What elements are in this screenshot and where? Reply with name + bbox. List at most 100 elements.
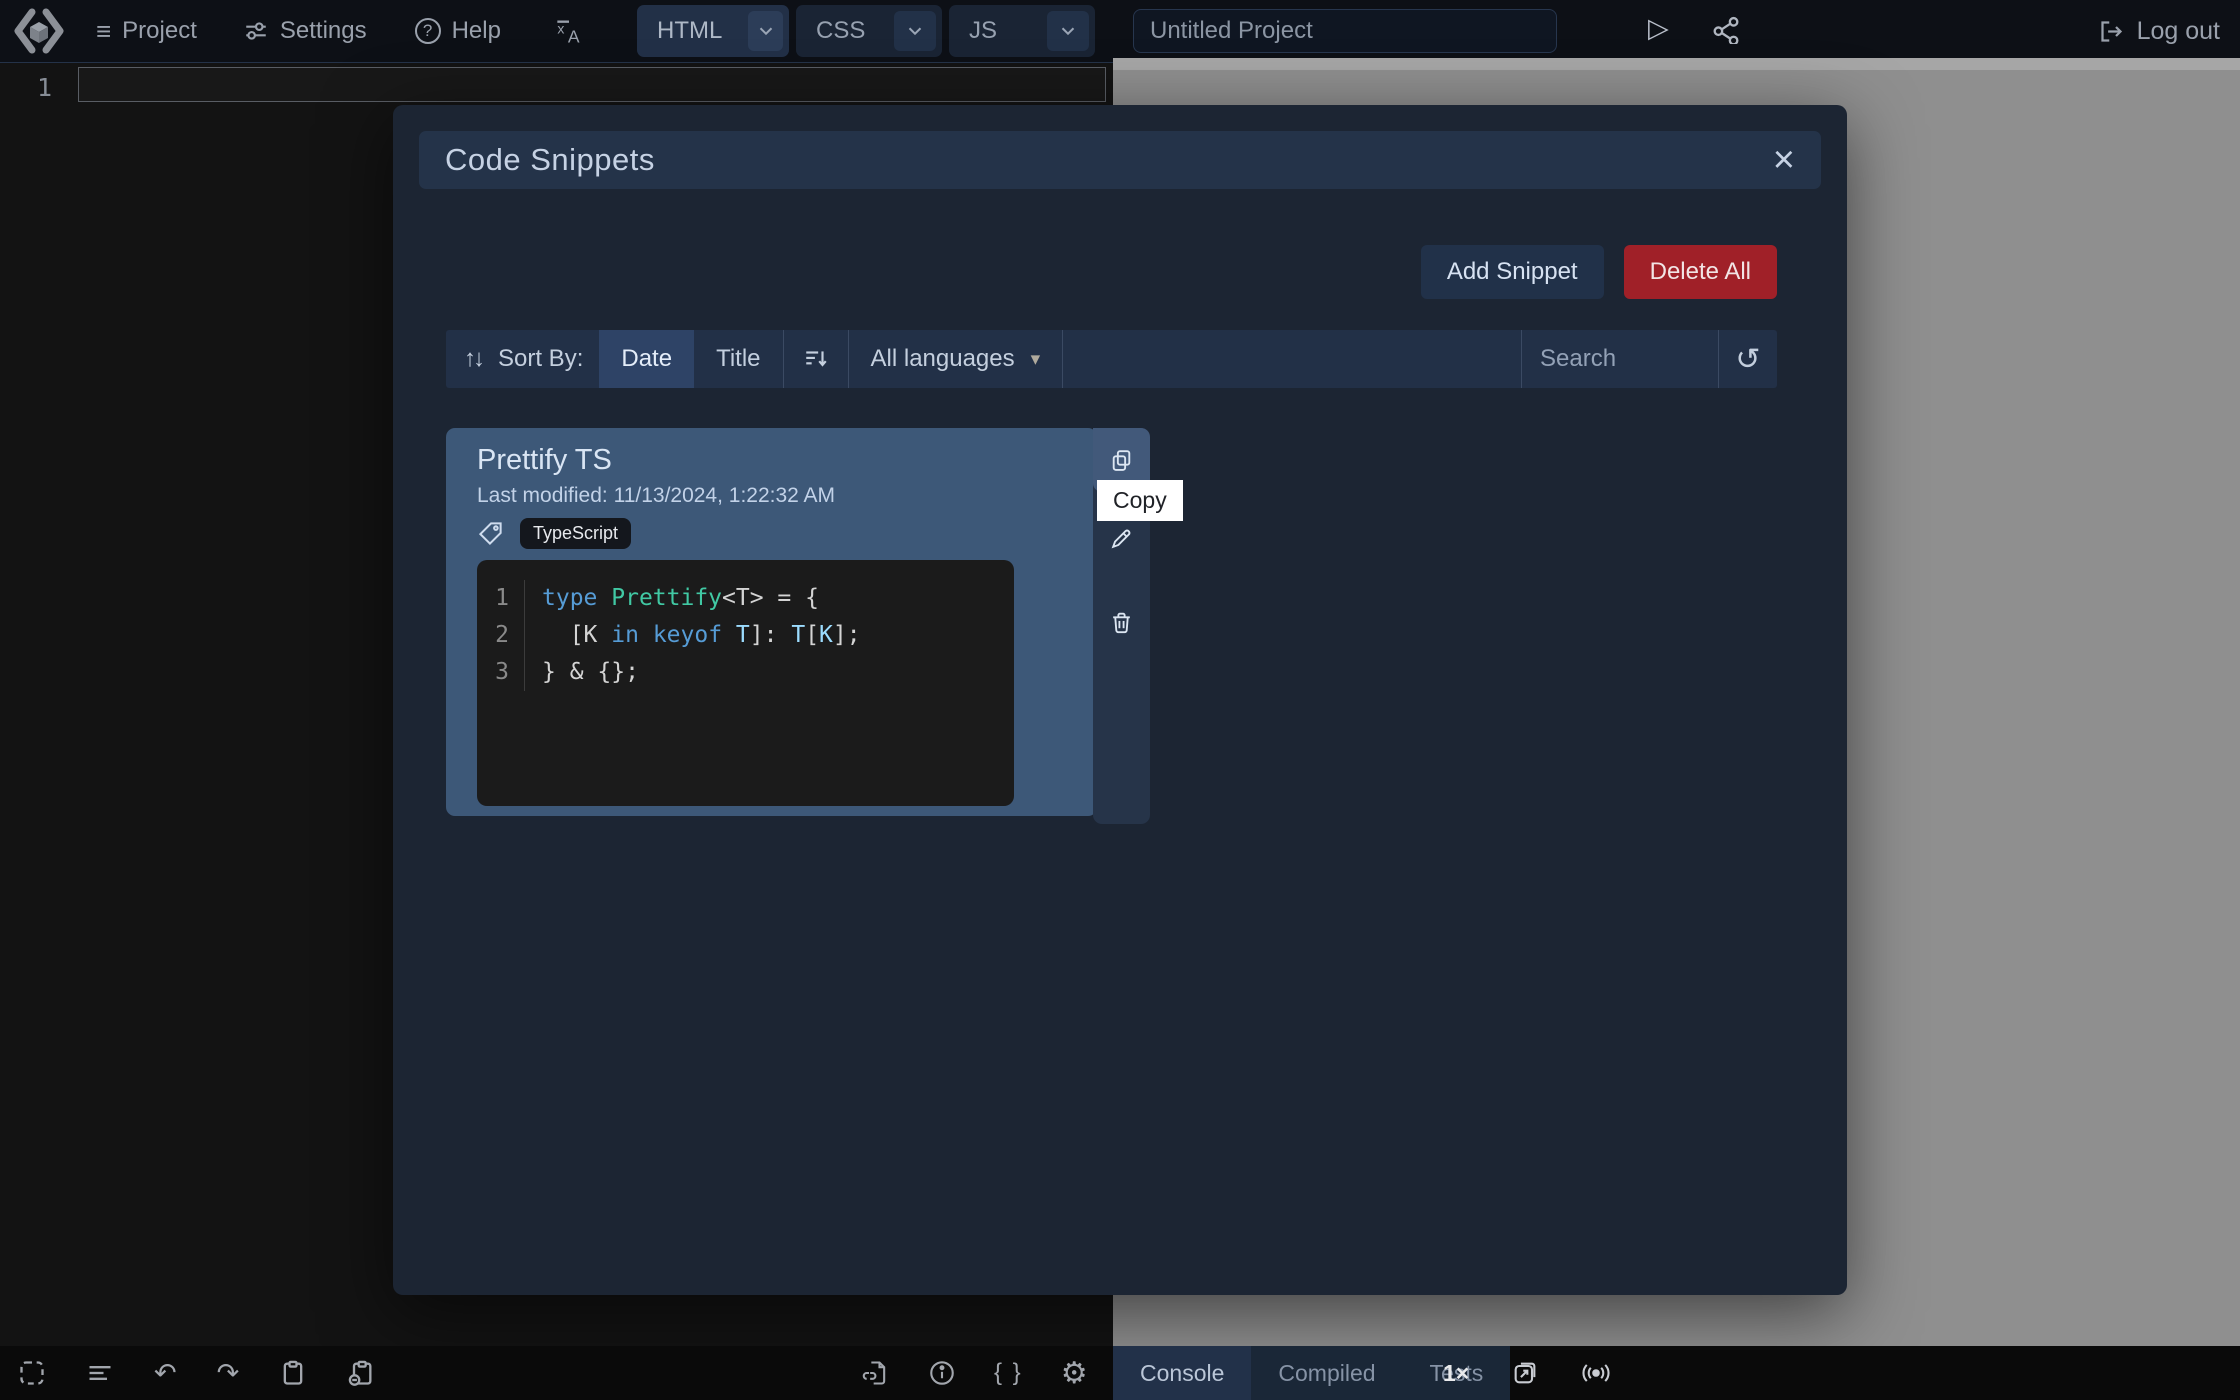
svg-text:x: x [557, 20, 564, 36]
code-line: 1type Prettify<T> = { [477, 580, 1014, 617]
delete-snippet-button[interactable] [1093, 592, 1150, 652]
refresh-icon: ↺ [1735, 342, 1760, 377]
sort-arrows-icon: ↑↓ [464, 345, 482, 373]
tag-icon [477, 520, 504, 547]
app-logo-icon[interactable] [10, 6, 68, 56]
menu-help[interactable]: ? Help [415, 17, 501, 45]
logout-label: Log out [2137, 17, 2220, 46]
tab-js[interactable]: JS [949, 5, 1095, 57]
undo-button[interactable]: ↶ [154, 1360, 177, 1387]
broadcast-icon [1581, 1359, 1611, 1387]
select-all-button[interactable] [18, 1359, 46, 1387]
pencil-icon [1109, 526, 1134, 551]
open-preview-button[interactable] [1511, 1359, 1539, 1387]
modal-header: Code Snippets × [419, 131, 1821, 189]
share-file-button[interactable] [862, 1359, 890, 1387]
info-button[interactable] [928, 1359, 956, 1387]
toolbar-divider [1062, 330, 1063, 388]
line-number: 1 [0, 73, 52, 102]
tab-compiled[interactable]: Compiled [1251, 1346, 1402, 1400]
css-options-dropdown[interactable] [894, 11, 936, 51]
code-block: 1type Prettify<T> = {2 [K in keyof T]: T… [477, 560, 1014, 806]
editor-tabs: HTML CSS JS [637, 5, 1095, 57]
sliders-icon [243, 18, 269, 44]
tab-console[interactable]: Console [1113, 1346, 1251, 1400]
settings-gear-button[interactable]: ⚙ [1061, 1356, 1088, 1391]
caret-down-icon: ▾ [1031, 348, 1041, 371]
code-lines: 1type Prettify<T> = {2 [K in keyof T]: T… [477, 580, 1014, 691]
menu-settings[interactable]: Settings [243, 17, 367, 45]
preview-top-strip [1113, 58, 2240, 70]
language-badge: TypeScript [520, 518, 631, 549]
delete-all-button[interactable]: Delete All [1624, 245, 1777, 299]
run-button[interactable]: ▷ [1648, 13, 1669, 44]
topbar: ≡ Project Settings ? Help [0, 0, 2240, 62]
snippet-title: Prettify TS [477, 444, 612, 477]
tab-html-label: HTML [657, 17, 722, 45]
hamburger-icon: ≡ [96, 18, 111, 44]
search-input[interactable] [1522, 331, 1718, 387]
clipboard-icon [279, 1359, 307, 1387]
svg-text:A: A [568, 27, 580, 45]
share-icon [1712, 16, 1740, 44]
menu-settings-label: Settings [280, 17, 367, 45]
add-snippet-button[interactable]: Add Snippet [1421, 245, 1604, 299]
modal-title: Code Snippets [445, 142, 655, 178]
redo-button[interactable]: ↷ [217, 1360, 240, 1387]
snippets-toolbar: ↑↓ Sort By: Date Title All languages ▾ [446, 330, 1777, 388]
clipboard-minus-icon [347, 1359, 375, 1387]
paste-button[interactable] [347, 1359, 375, 1387]
sort-by-date-button[interactable]: Date [599, 330, 694, 388]
code-snippets-modal: Code Snippets × Add Snippet Delete All ↑… [393, 105, 1847, 1295]
sort-direction-button[interactable] [784, 330, 848, 388]
menu-project[interactable]: ≡ Project [96, 17, 197, 45]
braces-icon: { } [994, 1359, 1023, 1386]
sort-descending-icon [803, 346, 829, 372]
translate-icon: x A [555, 17, 583, 45]
live-broadcast-button[interactable] [1581, 1359, 1611, 1387]
chevron-down-icon [755, 20, 777, 42]
file-link-icon [862, 1359, 890, 1387]
tab-html[interactable]: HTML [637, 5, 789, 57]
braces-button[interactable]: { } [994, 1359, 1023, 1387]
open-in-new-icon [1511, 1359, 1539, 1387]
align-lines-icon [86, 1359, 114, 1387]
current-line-highlight[interactable] [78, 67, 1106, 102]
code-line: 2 [K in keyof T]: T[K]; [477, 617, 1014, 654]
chevron-down-icon [904, 20, 926, 42]
menu-help-label: Help [452, 17, 501, 45]
copy-all-button[interactable] [279, 1359, 307, 1387]
logout-button[interactable]: Log out [2098, 0, 2220, 62]
selection-icon [18, 1359, 46, 1387]
redo-icon: ↷ [217, 1358, 240, 1388]
sort-by-label: Sort By: [498, 345, 583, 373]
copy-icon [1109, 448, 1134, 473]
modal-actions: Add Snippet Delete All [1421, 245, 1777, 299]
translate-button[interactable]: x A [555, 17, 583, 45]
bottombar: ↶ ↷ [0, 1346, 2240, 1400]
trash-icon [1109, 610, 1134, 635]
tab-css-label: CSS [816, 17, 865, 45]
snippet-last-modified: Last modified: 11/13/2024, 1:22:32 AM [477, 484, 835, 508]
gear-icon: ⚙ [1061, 1357, 1088, 1390]
copy-tooltip: Copy [1097, 480, 1183, 521]
play-icon: ▷ [1648, 13, 1669, 43]
js-options-dropdown[interactable] [1047, 11, 1089, 51]
info-icon [928, 1359, 956, 1387]
sort-by-title-button[interactable]: Title [694, 330, 782, 388]
html-options-dropdown[interactable] [748, 11, 783, 51]
format-code-button[interactable] [86, 1359, 114, 1387]
refresh-button[interactable]: ↺ [1719, 330, 1777, 388]
app-root: ≡ Project Settings ? Help [0, 0, 2240, 1400]
playback-speed-button[interactable]: 1× [1443, 1360, 1469, 1387]
tab-css[interactable]: CSS [796, 5, 942, 57]
code-line: 3} & {}; [477, 654, 1014, 691]
language-filter-dropdown[interactable]: All languages ▾ [849, 330, 1063, 388]
snippet-card[interactable]: Prettify TS Last modified: 11/13/2024, 1… [446, 428, 1097, 816]
share-button[interactable] [1712, 16, 1740, 44]
undo-icon: ↶ [154, 1358, 177, 1388]
logout-icon [2098, 18, 2125, 45]
project-name-input[interactable] [1133, 9, 1557, 53]
close-button[interactable]: × [1773, 141, 1795, 179]
chevron-down-icon [1057, 20, 1079, 42]
